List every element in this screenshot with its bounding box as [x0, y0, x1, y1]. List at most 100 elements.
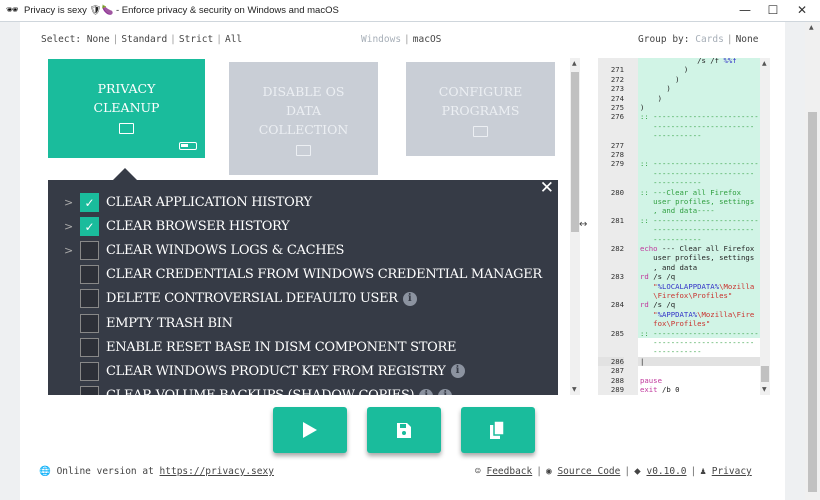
- window-title: Privacy is sexy 🛡🍆 - Enforce privacy & s…: [24, 5, 339, 16]
- card-configure-programs[interactable]: CONFIGURE PROGRAMS: [406, 62, 555, 156]
- line-number: 279: [610, 159, 624, 169]
- select-none[interactable]: None: [87, 34, 110, 45]
- code-line: -----------------------: [598, 225, 760, 235]
- select-label: Select:: [41, 34, 82, 45]
- code-token: \Mozilla\Fire: [697, 309, 755, 319]
- script-item[interactable]: >EMPTY TRASH BIN: [48, 311, 233, 335]
- script-item[interactable]: >ENABLE RESET BASE IN DISM COMPONENT STO…: [48, 335, 456, 359]
- select-all[interactable]: All: [225, 34, 242, 45]
- code-token: -----------: [640, 347, 702, 357]
- select-standard[interactable]: Standard: [121, 34, 167, 45]
- group-label: Group by:: [638, 34, 690, 45]
- code-line: -----------: [598, 347, 760, 356]
- script-checkbox[interactable]: ✓: [80, 216, 99, 236]
- code-token: -----------------------: [640, 121, 755, 131]
- code-token: /s /f: [640, 58, 724, 65]
- code-token: -----------------------: [640, 168, 755, 178]
- script-item[interactable]: >CLEAR VOLUME BACKUPS (SHADOW COPIES)ii: [48, 384, 453, 395]
- card-disable-os-data-collection[interactable]: DISABLE OS DATA COLLECTION: [229, 62, 378, 175]
- info-icon[interactable]: i: [402, 291, 417, 306]
- close-window-button[interactable]: ✕: [787, 0, 817, 22]
- footer-right: ☺ Feedback | ◉ Source Code | ⬥ v0.10.0 | ♟ Pri…: [475, 466, 752, 477]
- line-number: 288: [610, 375, 624, 385]
- os-windows[interactable]: Windows: [361, 34, 401, 45]
- card-title-line: CONFIGURE: [438, 84, 523, 99]
- script-checkbox[interactable]: [80, 265, 99, 285]
- window-scrollbar[interactable]: ▲: [805, 22, 820, 500]
- script-checkbox[interactable]: [80, 313, 99, 333]
- group-cards[interactable]: Cards: [695, 34, 724, 45]
- minimize-button[interactable]: —: [730, 0, 760, 22]
- card-privacy-cleanup[interactable]: PRIVACY CLEANUP: [48, 59, 205, 158]
- os-selector: Windows | macOS: [361, 34, 442, 45]
- code-token: -----------: [640, 178, 702, 188]
- script-label: CLEAR WINDOWS LOGS & CACHES: [106, 242, 345, 258]
- code-line: 273 ): [598, 84, 760, 94]
- maximize-button[interactable]: ☐: [758, 0, 788, 22]
- line-number: 289: [610, 385, 624, 394]
- script-item[interactable]: >CLEAR WINDOWS PRODUCT KEY FROM REGISTRY…: [48, 359, 465, 383]
- save-button[interactable]: [367, 407, 441, 453]
- code-line: -----------: [598, 234, 760, 244]
- line-number: 271: [610, 65, 624, 75]
- script-item[interactable]: > CLEAR WINDOWS LOGS & CACHES: [48, 238, 344, 262]
- copy-button[interactable]: [461, 407, 535, 453]
- code-line: 284 rd /s /q: [598, 300, 760, 310]
- play-icon: [303, 422, 317, 438]
- script-label: CLEAR APPLICATION HISTORY: [106, 194, 312, 210]
- line-number: 285: [610, 328, 624, 338]
- close-icon[interactable]: ✕: [540, 180, 554, 198]
- script-checkbox[interactable]: [80, 386, 99, 395]
- code-token: rd: [640, 300, 649, 310]
- select-strict[interactable]: Strict: [179, 34, 213, 45]
- code-line: 276:: ------------------------: [598, 112, 760, 122]
- code-token: \Firefox\Profiles": [640, 291, 733, 300]
- script-item[interactable]: >CLEAR CREDENTIALS FROM WINDOWS CREDENTI…: [48, 263, 542, 287]
- code-line: fox\Profiles": [598, 319, 760, 329]
- os-macos[interactable]: macOS: [413, 34, 442, 45]
- script-checkbox[interactable]: [80, 289, 99, 309]
- line-number: 280: [610, 187, 624, 197]
- code-token: |: [640, 356, 645, 366]
- info-icon[interactable]: i: [419, 388, 434, 395]
- script-item[interactable]: > ✓ CLEAR BROWSER HISTORY: [48, 214, 290, 238]
- script-checkbox[interactable]: ✓: [80, 192, 99, 212]
- feedback-link[interactable]: Feedback: [486, 466, 532, 477]
- code-scrollbar[interactable]: ▲ ▼: [760, 58, 770, 395]
- line-number: 273: [610, 84, 624, 94]
- script-checkbox[interactable]: [80, 361, 99, 381]
- code-viewer[interactable]: /s /f %%f 271 ) 272 ) 273 ) 274 ) 275) 276:: -…: [598, 58, 770, 395]
- app-icon: 🕶: [6, 4, 19, 16]
- code-token: %APPDATA%: [657, 309, 698, 319]
- script-checkbox[interactable]: [80, 240, 99, 260]
- info-icon[interactable]: i: [450, 364, 465, 379]
- info-icon[interactable]: i: [438, 388, 453, 395]
- resize-handle-icon[interactable]: ↔: [579, 219, 587, 230]
- code-token: --- Clear all Firefox: [657, 244, 755, 253]
- group-none[interactable]: None: [736, 34, 759, 45]
- script-item[interactable]: > ✓ CLEAR APPLICATION HISTORY: [48, 190, 312, 214]
- code-line: -----------: [598, 178, 760, 188]
- code-token: /b 0: [657, 385, 680, 394]
- github-icon: ◉: [545, 466, 552, 477]
- chevron-right-icon[interactable]: >: [64, 244, 78, 257]
- script-checkbox[interactable]: [80, 337, 99, 357]
- online-version-link[interactable]: https://privacy.sexy: [160, 466, 274, 477]
- user-secret-icon: ♟: [700, 466, 706, 477]
- script-label: CLEAR BROWSER HISTORY: [106, 218, 290, 234]
- code-line: 289 exit /b 0: [598, 385, 760, 394]
- code-token: fox\Profiles": [640, 319, 711, 329]
- source-code-link[interactable]: Source Code: [557, 466, 620, 477]
- card-title-line: PRIVACY: [97, 81, 156, 96]
- run-button[interactable]: [273, 407, 347, 453]
- script-item[interactable]: >DELETE CONTROVERSIAL DEFAULT0 USERi: [48, 287, 417, 311]
- code-token: ): [640, 103, 645, 112]
- line-number: 282: [610, 244, 624, 253]
- copy-icon: [490, 421, 505, 439]
- save-icon: [397, 423, 411, 438]
- chevron-right-icon[interactable]: >: [64, 220, 78, 233]
- chevron-right-icon[interactable]: >: [64, 196, 78, 209]
- folder-open-icon: [119, 123, 134, 134]
- privacy-link[interactable]: Privacy: [712, 466, 752, 477]
- version-link[interactable]: v0.10.0: [646, 466, 686, 477]
